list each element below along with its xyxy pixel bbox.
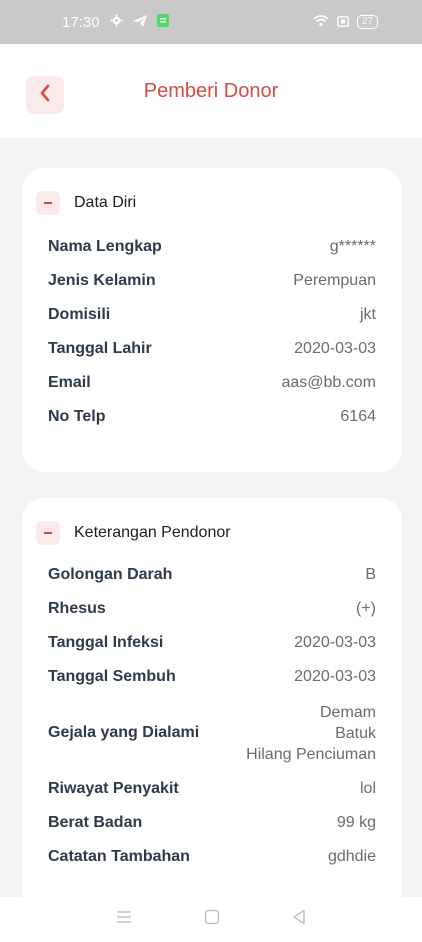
row-label: Tanggal Sembuh	[48, 668, 176, 685]
row-value: 2020-03-03	[294, 668, 376, 685]
keterangan-pendonor-card: Keterangan Pendonor Golongan Darah B Rhe…	[22, 498, 402, 897]
info-row-email: Email aas@bb.com	[48, 366, 376, 400]
collapse-icon[interactable]	[36, 191, 60, 215]
row-value: Perempuan	[293, 272, 376, 289]
info-row-jenis-kelamin: Jenis Kelamin Perempuan	[48, 264, 376, 298]
system-nav-bar	[0, 897, 422, 942]
info-row-nama: Nama Lengkap g******	[48, 230, 376, 264]
symptom-item: Demam	[319, 703, 376, 721]
home-icon[interactable]	[204, 909, 220, 930]
row-label: Catatan Tambahan	[48, 848, 190, 865]
row-value: B	[365, 566, 376, 583]
keterangan-header[interactable]: Keterangan Pendonor	[36, 518, 376, 548]
info-row-riwayat-penyakit: Riwayat Penyakit lol	[48, 772, 376, 806]
row-value: 99 kg	[336, 814, 376, 831]
info-row-berat-badan: Berat Badan 99 kg	[48, 806, 376, 840]
info-row-domisili: Domisili jkt	[48, 298, 376, 332]
info-row-tanggal-infeksi: Tanggal Infeksi 2020-03-03	[48, 626, 376, 660]
content-area[interactable]: Data Diri Nama Lengkap g****** Jenis Kel…	[0, 138, 422, 897]
info-row-rhesus: Rhesus (+)	[48, 592, 376, 626]
gear-icon	[110, 13, 123, 31]
row-label: Nama Lengkap	[48, 238, 162, 255]
row-value: 2020-03-03	[294, 340, 376, 357]
data-diri-header[interactable]: Data Diri	[36, 188, 376, 218]
row-label: Tanggal Lahir	[48, 340, 152, 357]
row-value: g******	[329, 238, 376, 255]
page-title: Pemberi Donor	[143, 79, 279, 102]
row-value: aas@bb.com	[281, 374, 376, 391]
info-row-no-telp: No Telp 6164	[48, 400, 376, 434]
row-label: Riwayat Penyakit	[48, 780, 179, 797]
row-value: 2020-03-03	[294, 634, 376, 651]
collapse-icon[interactable]	[36, 521, 60, 545]
row-label: Golongan Darah	[48, 566, 173, 583]
info-row-golongan-darah: Golongan Darah B	[48, 558, 376, 592]
row-label: Berat Badan	[48, 814, 143, 831]
status-time: 17:30	[62, 13, 100, 31]
info-row-tanggal-lahir: Tanggal Lahir 2020-03-03	[48, 332, 376, 366]
app-icon	[156, 13, 169, 31]
row-value: (+)	[356, 600, 376, 617]
symptom-item: Hilang Penciuman	[246, 745, 376, 763]
app-header: Pemberi Donor	[0, 44, 422, 138]
sim-icon	[336, 15, 349, 30]
row-value: gdhdie	[327, 848, 376, 865]
info-row-catatan-tambahan: Catatan Tambahan gdhdie	[48, 840, 376, 874]
info-row-gejala: Gejala yang Dialami Demam Batuk Hilang P…	[48, 694, 376, 772]
data-diri-card: Data Diri Nama Lengkap g****** Jenis Kel…	[22, 168, 402, 472]
back-nav-icon[interactable]	[292, 909, 306, 930]
menu-icon[interactable]	[116, 910, 132, 929]
row-value-list: Demam Batuk Hilang Penciuman	[246, 702, 376, 765]
row-value: lol	[359, 780, 376, 797]
row-label: Tanggal Infeksi	[48, 634, 164, 651]
row-label: Rhesus	[48, 600, 106, 617]
back-button[interactable]	[26, 76, 64, 114]
card-title: Data Diri	[74, 194, 137, 211]
row-value: 6164	[340, 408, 376, 425]
row-label: Jenis Kelamin	[48, 272, 156, 289]
row-label: No Telp	[48, 408, 106, 425]
card-title: Keterangan Pendonor	[74, 524, 231, 541]
symptom-item: Batuk	[335, 724, 376, 742]
wifi-icon	[313, 14, 329, 30]
battery-icon: 27	[356, 15, 378, 29]
row-label: Gejala yang Dialami	[48, 724, 200, 741]
info-row-tanggal-sembuh: Tanggal Sembuh 2020-03-03	[48, 660, 376, 694]
row-label: Domisili	[48, 306, 111, 323]
chevron-left-icon	[39, 84, 51, 107]
telegram-icon	[132, 14, 147, 31]
status-bar: 17:30 27	[0, 0, 422, 44]
row-label: Email	[48, 374, 91, 391]
row-value: jkt	[360, 306, 376, 323]
